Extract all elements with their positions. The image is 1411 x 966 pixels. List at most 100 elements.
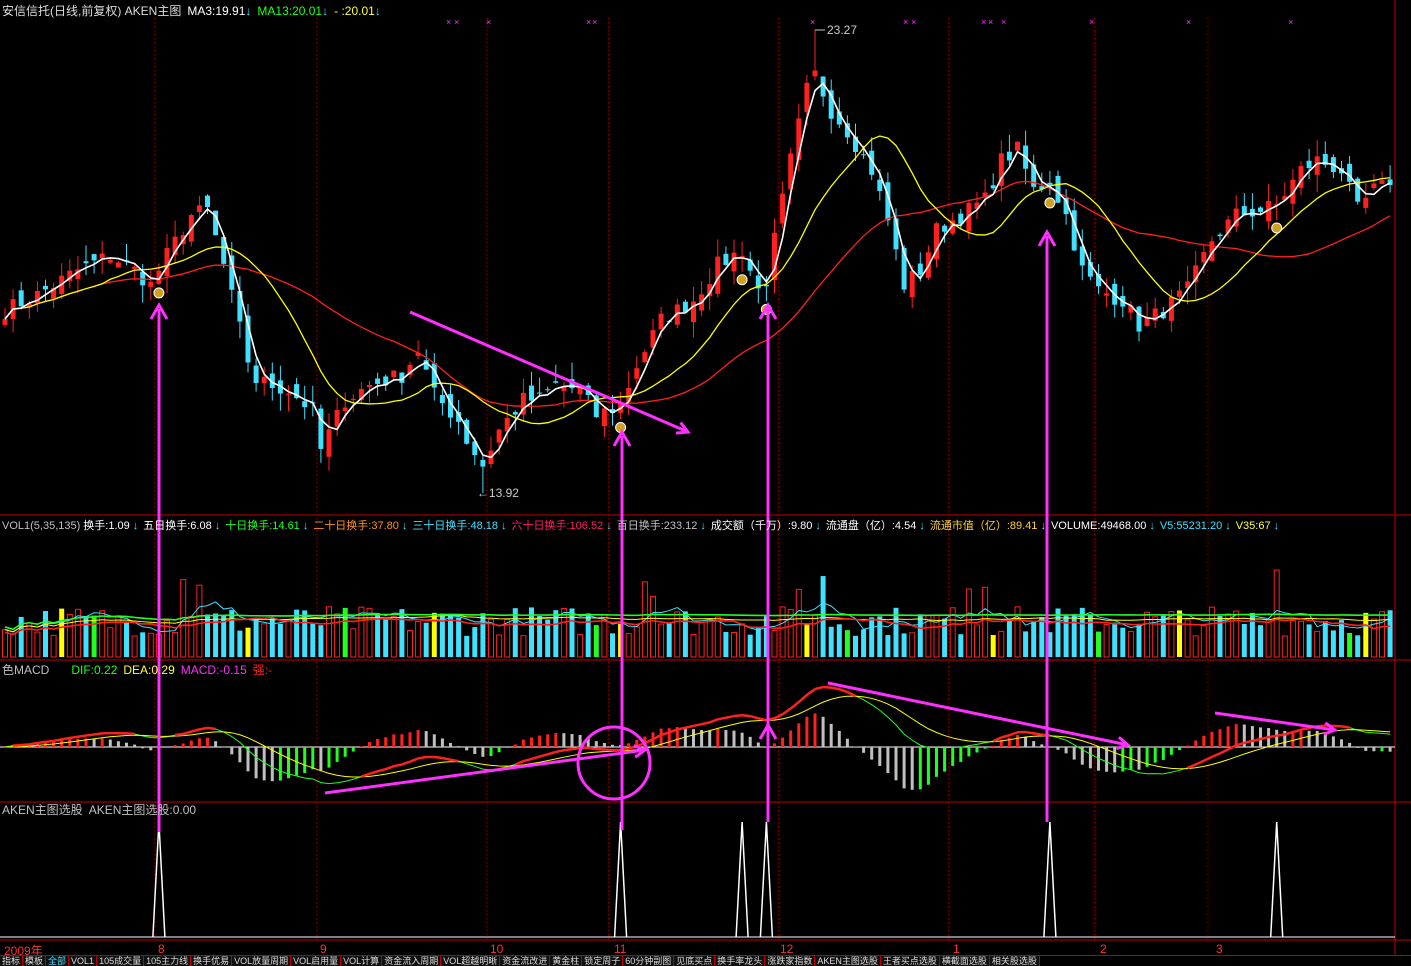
down-arrow-icon: ↓ <box>606 520 612 532</box>
macd-histogram-bar <box>538 736 541 747</box>
dif-red-segment <box>370 771 378 774</box>
macd-histogram-bar <box>214 741 217 747</box>
down-arrow-icon: ↓ <box>303 520 309 532</box>
signal-x-mark: × <box>988 17 993 27</box>
macd-histogram-bar <box>830 724 833 747</box>
macd-histogram-bar <box>1227 726 1230 747</box>
macd-histogram-bar <box>1105 747 1108 772</box>
candle-body <box>1380 180 1385 184</box>
volume-bar <box>286 619 291 657</box>
candle-body <box>497 430 502 443</box>
dif-red-segment <box>815 687 823 689</box>
volume-bar <box>310 624 315 657</box>
aken-signal-spike <box>615 822 627 937</box>
money-bag-icon <box>1272 223 1282 233</box>
macd-histogram-bar <box>1332 736 1335 747</box>
macd-histogram-bar <box>1348 743 1351 747</box>
macd-histogram-bar <box>951 747 954 766</box>
candle-body <box>84 261 89 263</box>
volume-bar <box>1266 620 1271 657</box>
macd-histogram-bar <box>149 747 152 750</box>
volume-bar <box>594 625 599 657</box>
down-arrow-icon: ↓ <box>215 520 221 532</box>
ma13-line <box>5 136 1390 424</box>
volume-bar <box>942 619 947 657</box>
dif-red-segment <box>1026 732 1034 733</box>
dif-red-segment <box>86 735 94 736</box>
volume-bar <box>246 628 251 657</box>
macd-histogram-bar <box>724 730 727 747</box>
dif-red-segment <box>199 728 207 729</box>
volume-bar <box>1380 612 1385 657</box>
high-price-label: 23.27 <box>827 23 857 37</box>
macd-histogram-bar <box>814 713 817 747</box>
volume-bar <box>318 625 323 657</box>
macd-histogram-bar <box>595 741 598 747</box>
macd-histogram-bar <box>441 738 444 747</box>
macd-histogram-bar <box>1024 737 1027 747</box>
candle-body <box>1371 183 1376 187</box>
macd-histogram-bar <box>425 731 428 747</box>
dif-red-segment <box>726 716 734 718</box>
candle-body <box>148 282 153 287</box>
macd-histogram-bar <box>1259 727 1262 747</box>
signal-x-mark: × <box>1288 17 1293 27</box>
stock-chart[interactable]: 23.27←13.92×××××××××××××× <box>0 0 1411 955</box>
volume-bar <box>910 633 915 657</box>
macd-histogram-bar <box>206 738 209 747</box>
candle-body <box>132 267 137 269</box>
down-arrow-icon: ↓ <box>501 520 507 532</box>
volume-bar <box>813 615 818 657</box>
volume-bar <box>278 624 283 657</box>
dif-red-segment <box>70 737 78 738</box>
dif-red-segment <box>783 709 791 715</box>
volume-bar <box>100 611 105 657</box>
macd-histogram-bar <box>319 747 322 771</box>
volume-bar <box>1072 614 1077 657</box>
macd-histogram-bar <box>822 717 825 747</box>
dif-red-segment <box>1188 764 1196 767</box>
aken-signal-spike <box>760 822 772 937</box>
candle-body <box>545 389 550 390</box>
macd-histogram-bar <box>473 747 476 754</box>
volume-bar <box>707 619 712 657</box>
x-axis-label: 2 <box>1100 942 1107 956</box>
candle-body <box>1258 208 1263 212</box>
volume-bar <box>213 613 218 657</box>
low-price-label: ←13.92 <box>477 486 519 500</box>
volume-bar <box>1282 636 1287 657</box>
volume-bar <box>92 616 97 657</box>
candle-body <box>108 260 113 263</box>
volume-bar <box>578 634 583 657</box>
x-axis-label: 10 <box>490 942 503 956</box>
candle-body <box>1007 152 1012 161</box>
candle-body <box>861 154 866 155</box>
candle-body <box>343 408 348 412</box>
macd-histogram-bar <box>303 747 306 773</box>
macd-histogram-bar <box>797 723 800 747</box>
volume-bar <box>853 636 858 657</box>
volume-bar <box>1120 628 1125 657</box>
vol-stat-8: 流通盘（亿）:4.54 <box>826 520 916 532</box>
candle-body <box>375 379 380 384</box>
dif-red-segment <box>734 715 742 716</box>
volume-bar <box>1299 621 1304 657</box>
macd-histogram-bar <box>311 747 314 769</box>
volume-bar <box>237 631 242 657</box>
dif-red-segment <box>572 748 580 749</box>
volume-bar <box>537 616 542 657</box>
macd-histogram-bar <box>93 738 96 747</box>
volume-bar <box>416 622 421 657</box>
macd-histogram-bar <box>1048 746 1051 747</box>
volume-bar <box>1128 632 1133 657</box>
volume-bar <box>829 627 834 657</box>
dif-red-segment <box>532 757 540 759</box>
macd-histogram-bar <box>781 738 784 747</box>
macd-histogram-bar <box>1040 744 1043 747</box>
volume-bar <box>472 627 477 657</box>
macd-histogram-bar <box>328 747 331 768</box>
annotation-circle <box>578 727 650 799</box>
macd-histogram-bar <box>368 742 371 747</box>
dif-red-segment <box>791 702 799 709</box>
volume-bar <box>991 635 996 657</box>
